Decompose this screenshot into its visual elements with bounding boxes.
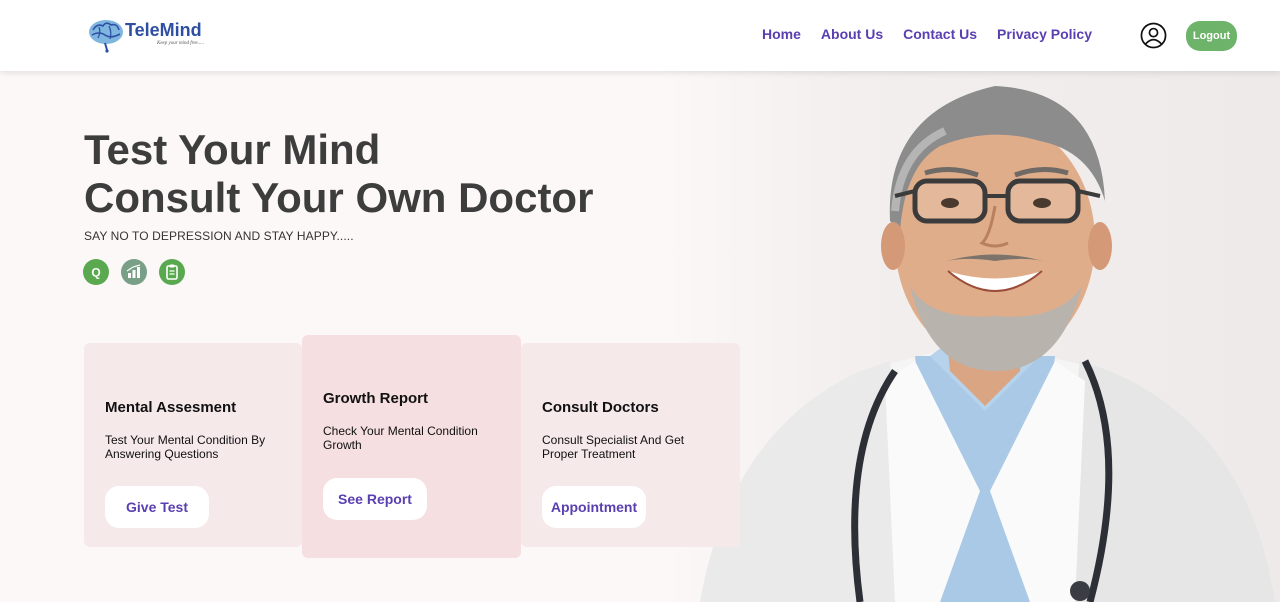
quiz-icon[interactable]: Q — [83, 259, 109, 285]
hero-title: Test Your Mind Consult Your Own Doctor — [84, 126, 593, 222]
card-title: Mental Assesment — [105, 399, 237, 416]
nav-link-about[interactable]: About Us — [821, 26, 883, 42]
doctor-image — [700, 86, 1275, 602]
navbar: TeleMind Keep your mind free..... Home A… — [0, 0, 1280, 71]
appointment-button[interactable]: Appointment — [542, 486, 646, 528]
hero-title-line2: Consult Your Own Doctor — [84, 174, 594, 221]
clipboard-icon[interactable] — [159, 259, 185, 285]
chart-icon[interactable] — [121, 259, 147, 285]
card-growth-report: Growth Report Check Your Mental Conditio… — [302, 335, 521, 558]
quick-icons: Q — [83, 259, 185, 285]
give-test-button[interactable]: Give Test — [105, 486, 209, 528]
svg-text:Q: Q — [91, 266, 100, 280]
nav-link-contact[interactable]: Contact Us — [903, 26, 977, 42]
card-consult-doctors: Consult Doctors Consult Specialist And G… — [521, 343, 740, 547]
nav-link-home[interactable]: Home — [762, 26, 801, 42]
brand-name: TeleMind — [125, 20, 202, 40]
brand-tagline: Keep your mind free..... — [157, 41, 205, 46]
hero-section: Test Your Mind Consult Your Own Doctor S… — [0, 71, 1280, 602]
card-title: Growth Report — [323, 390, 428, 407]
card-title: Consult Doctors — [542, 399, 659, 416]
hero-title-line1: Test Your Mind — [84, 126, 381, 173]
hero-subtitle: SAY NO TO DEPRESSION AND STAY HAPPY..... — [84, 229, 354, 243]
nav-links: Home About Us Contact Us Privacy Policy — [762, 26, 1092, 42]
card-description: Check Your Mental Condition Growth — [323, 424, 478, 452]
user-profile-icon[interactable] — [1140, 22, 1167, 49]
card-description: Test Your Mental Condition By Answering … — [105, 433, 266, 461]
logout-button[interactable]: Logout — [1186, 21, 1237, 51]
card-description: Consult Specialist And Get Proper Treatm… — [542, 433, 685, 461]
brain-logo-icon — [89, 20, 123, 53]
brand-logo[interactable]: TeleMind Keep your mind free..... — [87, 16, 217, 54]
card-mental-assessment: Mental Assesment Test Your Mental Condit… — [84, 343, 302, 547]
nav-link-privacy[interactable]: Privacy Policy — [997, 26, 1092, 42]
see-report-button[interactable]: See Report — [323, 478, 427, 520]
